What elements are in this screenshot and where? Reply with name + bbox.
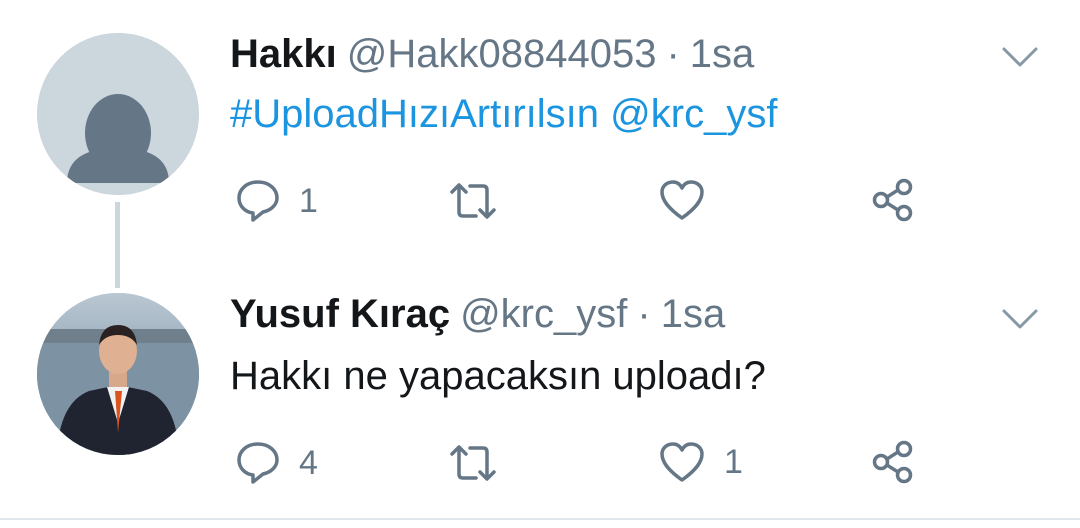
- like-button[interactable]: [658, 178, 724, 222]
- avatar[interactable]: [37, 293, 199, 455]
- reply-icon: [237, 442, 279, 484]
- profile-photo: [37, 293, 199, 455]
- tweet-text: Hakkı ne yapacaksın uploadı?: [230, 354, 766, 399]
- reply-count: 1: [299, 181, 318, 220]
- reply-icon: [237, 180, 279, 222]
- user-handle[interactable]: @Hakk08844053: [347, 32, 657, 76]
- like-icon: [660, 442, 704, 482]
- thread-connector-line: [115, 202, 120, 288]
- like-button[interactable]: 1: [658, 440, 743, 484]
- user-handle[interactable]: @krc_ysf: [460, 292, 627, 336]
- tweet-body: Hakkı ne yapacaksın uploadı?: [230, 354, 766, 398]
- mention-link[interactable]: @krc_ysf: [610, 92, 777, 136]
- share-icon: [872, 178, 913, 222]
- display-name[interactable]: Yusuf Kıraç: [230, 292, 450, 336]
- timestamp[interactable]: 1sa: [661, 292, 726, 336]
- like-icon: [660, 180, 704, 220]
- hashtag-link[interactable]: #UploadHızıArtırılsın: [230, 92, 599, 136]
- chevron-down-icon[interactable]: [1001, 307, 1039, 331]
- separator-dot: ·: [666, 32, 680, 76]
- reply-count: 4: [299, 443, 318, 482]
- reply-button[interactable]: 4: [235, 440, 318, 486]
- retweet-button[interactable]: [448, 442, 516, 484]
- like-count: 1: [724, 442, 743, 481]
- timestamp[interactable]: 1sa: [690, 32, 755, 76]
- tweet-divider: [0, 518, 1080, 520]
- reply-button[interactable]: 1: [235, 178, 318, 224]
- retweet-icon: [450, 183, 496, 219]
- display-name[interactable]: Hakkı: [230, 32, 337, 76]
- chevron-down-icon[interactable]: [1001, 45, 1039, 69]
- share-button[interactable]: [870, 177, 916, 223]
- avatar[interactable]: [37, 33, 199, 195]
- retweet-button[interactable]: [448, 180, 516, 222]
- tweet-header: Hakkı @Hakk08844053 · 1sa: [230, 32, 754, 77]
- tweet-text: #UploadHızıArtırılsın @krc_ysf: [230, 92, 777, 137]
- tweet-header: Yusuf Kıraç @krc_ysf · 1sa: [230, 292, 725, 337]
- share-icon: [872, 440, 913, 484]
- separator-dot: ·: [637, 292, 651, 336]
- share-button[interactable]: [870, 439, 916, 485]
- retweet-icon: [450, 445, 496, 481]
- default-avatar-icon: [37, 33, 199, 195]
